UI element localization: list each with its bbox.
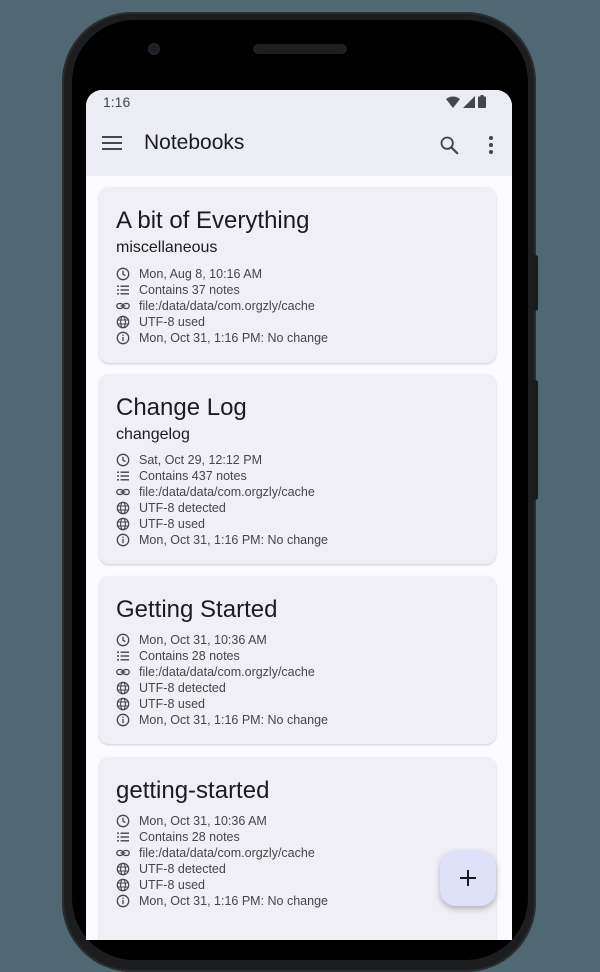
detail-text: Mon, Oct 31, 1:16 PM: No change	[139, 331, 328, 345]
notebook-note-count: Contains 437 notes	[116, 468, 247, 484]
clock-icon	[116, 814, 130, 828]
notebook-card[interactable]: getting-started Mon, Oct 31, 10:36 AM Co…	[99, 757, 496, 940]
globe-icon	[116, 517, 130, 531]
detail-text: Mon, Oct 31, 10:36 AM	[139, 633, 267, 647]
notebook-card[interactable]: Change Log changelog Sat, Oct 29, 12:12 …	[99, 374, 496, 564]
detail-text: Mon, Oct 31, 10:36 AM	[139, 814, 267, 828]
detail-text: file:/data/data/com.orgzly/cache	[139, 846, 315, 860]
detail-text: file:/data/data/com.orgzly/cache	[139, 485, 315, 499]
notebook-note-count: Contains 28 notes	[116, 648, 240, 664]
notebook-link: file:/data/data/com.orgzly/cache	[116, 664, 315, 680]
detail-text: Mon, Oct 31, 1:16 PM: No change	[139, 894, 328, 908]
notebook-encoding: UTF-8 used	[116, 696, 205, 712]
list-icon	[117, 651, 129, 661]
detail-text: Contains 28 notes	[139, 830, 240, 844]
info-icon	[116, 894, 130, 908]
globe-icon	[116, 862, 130, 876]
detail-text: file:/data/data/com.orgzly/cache	[139, 299, 315, 313]
notebook-card[interactable]: A bit of Everything miscellaneous Mon, A…	[99, 187, 496, 363]
power-button	[533, 380, 538, 500]
notebook-title: Getting Started	[116, 596, 278, 623]
notebook-note-count: Contains 28 notes	[116, 829, 240, 845]
detail-text: file:/data/data/com.orgzly/cache	[139, 665, 315, 679]
detail-text: Contains 37 notes	[139, 283, 240, 297]
info-icon	[116, 713, 130, 727]
notebook-sync-status: Mon, Oct 31, 1:16 PM: No change	[116, 532, 328, 548]
notebook-title: A bit of Everything	[116, 207, 310, 234]
notebook-link: file:/data/data/com.orgzly/cache	[116, 845, 315, 861]
notebook-subtitle: changelog	[116, 426, 190, 443]
link-icon	[116, 849, 130, 857]
notebook-encoding-detected: UTF-8 detected	[116, 680, 226, 696]
notebook-modified: Sat, Oct 29, 12:12 PM	[116, 452, 262, 468]
search-icon[interactable]	[438, 134, 460, 156]
detail-text: UTF-8 used	[139, 697, 205, 711]
notebook-link: file:/data/data/com.orgzly/cache	[116, 484, 315, 500]
notebook-modified: Mon, Aug 8, 10:16 AM	[116, 266, 262, 282]
notebook-encoding: UTF-8 used	[116, 877, 205, 893]
list-icon	[117, 285, 129, 295]
clock-icon	[116, 267, 130, 281]
status-bar: 1:16	[86, 90, 512, 114]
detail-text: UTF-8 detected	[139, 501, 226, 515]
menu-icon[interactable]	[102, 136, 122, 152]
detail-text: Sat, Oct 29, 12:12 PM	[139, 453, 262, 467]
detail-text: UTF-8 detected	[139, 862, 226, 876]
detail-text: UTF-8 detected	[139, 681, 226, 695]
link-icon	[116, 668, 130, 676]
globe-icon	[116, 315, 130, 329]
battery-icon	[478, 95, 486, 108]
notebook-title: Change Log	[116, 394, 247, 421]
more-options-icon[interactable]	[484, 134, 498, 156]
notebook-modified: Mon, Oct 31, 10:36 AM	[116, 813, 267, 829]
detail-text: Contains 437 notes	[139, 469, 247, 483]
notebook-subtitle: miscellaneous	[116, 239, 218, 256]
globe-icon	[116, 697, 130, 711]
info-icon	[116, 331, 130, 345]
signal-icon	[463, 95, 475, 108]
plus-icon	[460, 870, 476, 886]
notebook-sync-status: Mon, Oct 31, 1:16 PM: No change	[116, 330, 328, 346]
notebook-sync-status: Mon, Oct 31, 1:16 PM: No change	[116, 712, 328, 728]
link-icon	[116, 302, 130, 310]
detail-text: UTF-8 used	[139, 878, 205, 892]
notebook-note-count: Contains 37 notes	[116, 282, 240, 298]
status-icons	[446, 95, 486, 108]
page-title: Notebooks	[144, 131, 245, 154]
link-icon	[116, 488, 130, 496]
detail-text: Contains 28 notes	[139, 649, 240, 663]
detail-text: UTF-8 used	[139, 517, 205, 531]
wifi-icon	[446, 96, 460, 108]
notebook-encoding: UTF-8 used	[116, 516, 205, 532]
list-icon	[117, 471, 129, 481]
globe-icon	[116, 681, 130, 695]
add-notebook-button[interactable]	[440, 850, 496, 906]
earpiece-speaker	[253, 44, 347, 54]
front-camera	[148, 43, 160, 55]
detail-text: Mon, Oct 31, 1:16 PM: No change	[139, 533, 328, 547]
phone-screen: 1:16 Notebooks A bit of Everything misce…	[86, 90, 512, 940]
globe-icon	[116, 878, 130, 892]
info-icon	[116, 533, 130, 547]
notebook-modified: Mon, Oct 31, 10:36 AM	[116, 632, 267, 648]
notebook-encoding-detected: UTF-8 detected	[116, 861, 226, 877]
clock-icon	[116, 453, 130, 467]
notebook-encoding-detected: UTF-8 detected	[116, 500, 226, 516]
list-icon	[117, 832, 129, 842]
clock-icon	[116, 633, 130, 647]
notebook-card[interactable]: Getting Started Mon, Oct 31, 10:36 AM Co…	[99, 576, 496, 744]
detail-text: Mon, Oct 31, 1:16 PM: No change	[139, 713, 328, 727]
notebook-sync-status: Mon, Oct 31, 1:16 PM: No change	[116, 893, 328, 909]
notebook-link: file:/data/data/com.orgzly/cache	[116, 298, 315, 314]
volume-button	[533, 255, 538, 311]
detail-text: Mon, Aug 8, 10:16 AM	[139, 267, 262, 281]
detail-text: UTF-8 used	[139, 315, 205, 329]
notebook-title: getting-started	[116, 777, 270, 804]
app-bar: Notebooks	[86, 114, 512, 176]
status-time: 1:16	[103, 94, 131, 110]
notebook-encoding: UTF-8 used	[116, 314, 205, 330]
globe-icon	[116, 501, 130, 515]
